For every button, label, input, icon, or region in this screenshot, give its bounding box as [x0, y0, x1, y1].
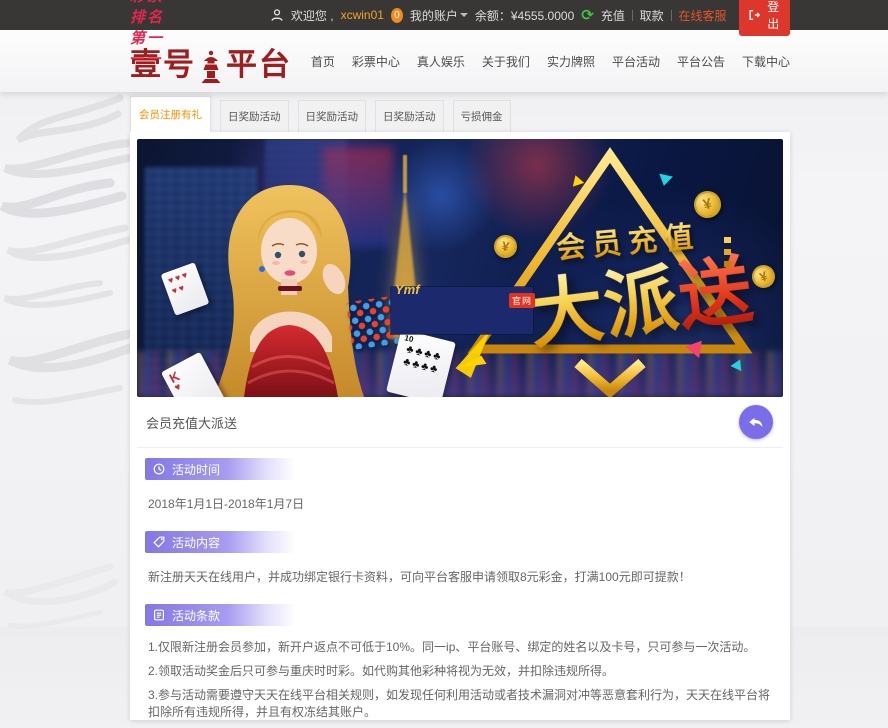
card-suit: ♥	[173, 368, 208, 394]
section-activity-terms: 活动条款 1.仅限新注册会员参加，新开户返点不可低于10%。同一ip、平台账号、…	[137, 594, 783, 720]
logout-icon	[748, 9, 760, 21]
separator	[632, 10, 633, 21]
section-activity-time: 活动时间 2018年1月1日-2018年1月7日	[137, 448, 783, 513]
terms-item-1: 1.仅限新注册会员参加，新开户返点不可低于10%。同一ip、平台账号、绑定的姓名…	[148, 639, 775, 655]
clock-icon	[153, 463, 165, 475]
back-button[interactable]	[739, 405, 773, 439]
tab-member-register-gift[interactable]: 会员注册有礼	[130, 96, 211, 132]
topbar: 全球彩票排名第一 —— www.1hyl.cn 欢迎您 , xcwin01 0 …	[0, 0, 888, 30]
activity-content-text: 新注册天天在线用户，并成功绑定银行卡资料，可向平台客服申请领取8元彩金，打满10…	[148, 568, 775, 586]
section-heading-badge: 活动条款	[145, 604, 295, 626]
promo-big-red: 送	[673, 248, 758, 340]
withdraw-link[interactable]: 取款	[640, 7, 664, 24]
tab-daily-reward-2[interactable]: 日奖励活动	[298, 100, 367, 132]
section-heading-badge: 活动时间	[145, 458, 295, 480]
section-heading: 活动内容	[172, 534, 220, 551]
document-icon	[153, 609, 165, 621]
official-site-badge: 官网	[509, 293, 535, 308]
activity-time-text: 2018年1月1日-2018年1月7日	[148, 495, 775, 513]
section-heading: 活动时间	[172, 461, 220, 478]
username: xcwin01	[341, 8, 384, 22]
user-icon	[270, 8, 284, 22]
article-title: 会员充值大派送	[146, 413, 237, 432]
main-content: 会员注册有礼 日奖励活动 日奖励活动 日奖励活动 亏损佣金	[130, 97, 790, 728]
section-activity-content: 活动内容 新注册天天在线用户，并成功绑定银行卡资料，可向平台客服申请领取8元彩金…	[137, 521, 783, 586]
tab-loss-commission[interactable]: 亏损佣金	[453, 100, 511, 132]
chevron-down-icon	[460, 13, 468, 17]
balance: 余额：¥4555.0000	[475, 7, 574, 24]
hearts-suits: ♥♥♥♥♥	[167, 269, 191, 296]
promo-banner[interactable]: ♥♥♥♥♥ K ♥ 10 ♣♣♣♣♣♣♣♣	[137, 139, 783, 397]
slogan-text: 全球彩票排名第一 ——	[130, 0, 168, 66]
article-title-row: 会员充值大派送	[137, 397, 783, 448]
promo-big-gold: 大派	[525, 257, 684, 358]
eiffel-tower-spire	[403, 155, 407, 193]
my-account-label: 我的账户	[410, 7, 458, 24]
section-heading-badge: 活动内容	[145, 531, 295, 553]
censored-watermark-box: Ymf 官网	[391, 287, 533, 334]
logout-button[interactable]: 登出	[739, 0, 790, 36]
tab-daily-reward-1[interactable]: 日奖励活动	[220, 100, 289, 132]
refresh-balance-icon[interactable]: ⟳	[581, 8, 594, 23]
ink-swirl-decoration	[0, 557, 120, 637]
online-service-link[interactable]: 在线客服	[678, 7, 726, 24]
recharge-link[interactable]: 充值	[601, 7, 625, 24]
site-slogan: 全球彩票排名第一 —— www.1hyl.cn	[130, 0, 270, 66]
ink-brush-decoration	[0, 88, 135, 408]
welcome-text: 欢迎您 ,	[291, 7, 334, 24]
balance-value: ¥4555.0000	[511, 9, 574, 23]
promo-panel: ♥♥♥♥♥ K ♥ 10 ♣♣♣♣♣♣♣♣	[130, 132, 790, 720]
my-account-dropdown[interactable]: 我的账户	[410, 7, 468, 24]
promo-text-zone: 会员充值 大派送 ¥ ¥ ¥	[438, 139, 783, 397]
separator	[671, 10, 672, 21]
terms-list: 1.仅限新注册会员参加，新开户返点不可低于10%。同一ip、平台账号、绑定的姓名…	[148, 639, 775, 720]
promo-tabs: 会员注册有礼 日奖励活动 日奖励活动 日奖励活动 亏损佣金	[130, 97, 790, 132]
terms-item-3: 3.参与活动需要遵守天天在线平台相关规则，如发现任何利用活动或者技术漏洞对冲等恶…	[148, 687, 775, 719]
logout-label: 登出	[765, 0, 781, 32]
censored-partial-text: Ymf	[395, 282, 420, 297]
tag-icon	[153, 536, 165, 548]
casino-girl-illustration	[192, 167, 377, 397]
terms-item-2: 2.领取活动奖金后只可参与重庆时时彩。如代购其他彩种将视为无效，并扣除违规所得。	[148, 663, 775, 679]
balance-label: 余额：	[475, 9, 511, 23]
gold-dots-decoration	[724, 237, 731, 267]
section-heading: 活动条款	[172, 607, 220, 624]
reply-arrow-icon	[747, 413, 765, 431]
message-count-badge[interactable]: 0	[391, 8, 403, 23]
tab-daily-reward-3[interactable]: 日奖励活动	[375, 100, 444, 132]
